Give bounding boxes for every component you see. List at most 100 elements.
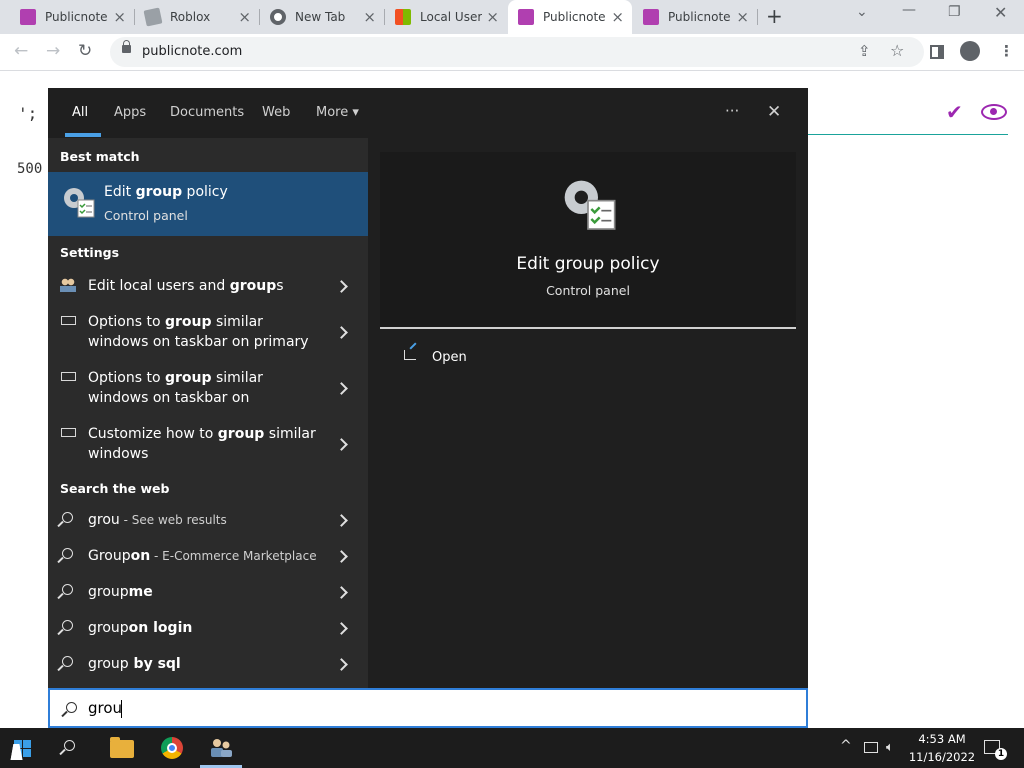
close-icon[interactable]: × — [486, 8, 499, 26]
preview-pane: Edit group policy Control panel Open — [368, 138, 808, 688]
settings-item-label: Customize how to group similar windows — [88, 424, 316, 464]
settings-item-local-users[interactable]: Edit local users and groups — [48, 266, 368, 306]
publicnote-icon — [643, 9, 659, 25]
url-text[interactable]: publicnote.com — [142, 44, 242, 59]
tab-publicnote-3[interactable]: Publicnote × — [633, 0, 757, 34]
settings-item-taskbar-primary[interactable]: Options to group similar windows on taskb… — [48, 306, 368, 362]
label-part: similar — [211, 314, 263, 330]
web-result-item[interactable]: groupon login — [48, 610, 368, 646]
web-result-item[interactable]: group by sql — [48, 646, 368, 682]
tab-more[interactable]: More ▾ — [316, 105, 359, 120]
web-result-item[interactable]: groupme — [48, 574, 368, 610]
label-part: Options to — [88, 370, 165, 386]
web-result-item[interactable]: grou - See web results — [48, 502, 368, 538]
checkmark-icon[interactable]: ✔ — [946, 100, 963, 124]
bookmark-star-icon[interactable]: ☆ — [890, 41, 904, 60]
chevron-up-icon[interactable]: ^ — [840, 738, 852, 754]
web-result-label: Groupon - E-Commerce Marketplace — [88, 546, 317, 566]
reload-icon[interactable]: ↻ — [78, 41, 92, 61]
side-panel-icon[interactable] — [930, 45, 944, 59]
search-input[interactable]: grou — [88, 699, 688, 719]
search-icon — [64, 740, 75, 751]
tab-search-icon[interactable]: ⌄ — [856, 4, 868, 20]
new-tab-button[interactable]: + — [766, 4, 783, 28]
tab-publicnote-active[interactable]: Publicnote × — [508, 0, 632, 34]
tab-title: Roblox — [170, 10, 211, 24]
tab-all[interactable]: All — [72, 105, 88, 120]
file-explorer-icon[interactable] — [110, 737, 134, 758]
label-part: Customize how to — [88, 426, 218, 442]
close-icon[interactable]: × — [113, 8, 126, 26]
chrome-icon[interactable] — [161, 737, 183, 759]
close-icon[interactable]: × — [238, 8, 251, 26]
profile-avatar-icon[interactable] — [960, 41, 980, 61]
local-users-icon[interactable] — [208, 738, 234, 758]
tab-documents[interactable]: Documents — [170, 105, 244, 120]
menu-dots-icon[interactable]: ⋮ — [999, 42, 1014, 60]
back-icon[interactable]: ← — [14, 41, 28, 61]
results-list: Best match Edit group policy Control pan… — [48, 138, 368, 688]
open-action[interactable]: Open — [432, 350, 467, 365]
search-icon — [66, 702, 77, 713]
tab-web[interactable]: Web — [262, 105, 290, 120]
best-match-title: Edit group policy — [104, 184, 228, 200]
search-box[interactable]: grou — [48, 688, 808, 728]
web-result-label: grou - See web results — [88, 510, 227, 530]
share-icon[interactable]: ⇪ — [858, 42, 871, 60]
close-window-icon[interactable]: ✕ — [994, 3, 1007, 22]
settings-item-customize-group[interactable]: Customize how to group similar windows — [48, 418, 368, 474]
close-icon[interactable]: ✕ — [767, 102, 781, 122]
label-match: group — [229, 278, 277, 294]
search-icon — [62, 548, 73, 559]
address-bar[interactable]: publicnote.com — [110, 37, 924, 67]
tab-local-users[interactable]: Local Users × — [385, 0, 507, 34]
minimize-icon[interactable]: — — [902, 2, 916, 18]
web-result-label: groupme — [88, 582, 153, 602]
more-options-icon[interactable]: ··· — [725, 102, 739, 120]
label-part: group — [88, 620, 129, 636]
publicnote-icon — [518, 9, 534, 25]
network-icon[interactable] — [864, 742, 878, 753]
chevron-right-icon — [335, 622, 348, 635]
tab-roblox[interactable]: Roblox × — [135, 0, 259, 34]
label-detail: - See web results — [119, 513, 227, 527]
settings-item-label: Edit local users and groups — [88, 276, 284, 296]
close-icon[interactable]: × — [736, 8, 749, 26]
preview-title: Edit group policy — [516, 254, 660, 274]
forward-icon[interactable]: → — [46, 41, 60, 61]
tab-publicnote-1[interactable]: Publicnote × — [10, 0, 134, 34]
eye-icon[interactable] — [981, 104, 1007, 120]
page-code-line: '; — [18, 104, 38, 123]
close-icon[interactable]: × — [611, 8, 624, 26]
title-match: group — [135, 184, 183, 200]
search-filter-tabs: All Apps Documents Web More ▾ ··· ✕ — [48, 88, 808, 138]
start-search-panel: All Apps Documents Web More ▾ ··· ✕ Best… — [48, 88, 808, 688]
publicnote-icon — [20, 9, 36, 25]
lock-icon[interactable] — [122, 40, 131, 53]
label-match: by sql — [128, 656, 181, 672]
settings-item-taskbar[interactable]: Options to group similar windows on taskb… — [48, 362, 368, 418]
preview-subtitle: Control panel — [546, 283, 630, 298]
windows-icon — [395, 9, 411, 25]
label-part: group — [88, 656, 129, 672]
restore-icon[interactable]: ❐ — [948, 4, 961, 20]
open-icon[interactable] — [404, 350, 416, 360]
label-part: group — [88, 584, 129, 600]
volume-icon[interactable]: 🔈︎ — [886, 740, 894, 755]
label-part: Options to — [88, 314, 165, 330]
chevron-right-icon — [335, 280, 348, 293]
web-result-item[interactable]: Groupon - E-Commerce Marketplace — [48, 538, 368, 574]
notification-count-badge: 1 — [995, 748, 1007, 760]
tab-apps[interactable]: Apps — [114, 105, 146, 120]
clock[interactable]: 4:53 AM 11/16/2022 — [902, 730, 982, 766]
page-divider — [808, 134, 1008, 135]
label-line2: windows on taskbar on — [88, 390, 250, 406]
tab-new-tab[interactable]: New Tab × — [260, 0, 384, 34]
monitor-icon — [61, 316, 76, 325]
best-match-item[interactable]: Edit group policy Control panel — [48, 172, 368, 236]
title-part: Edit — [104, 184, 136, 200]
close-icon[interactable]: × — [363, 8, 376, 26]
tab-title: New Tab — [295, 10, 346, 24]
search-icon — [62, 620, 73, 631]
chevron-right-icon — [335, 514, 348, 527]
